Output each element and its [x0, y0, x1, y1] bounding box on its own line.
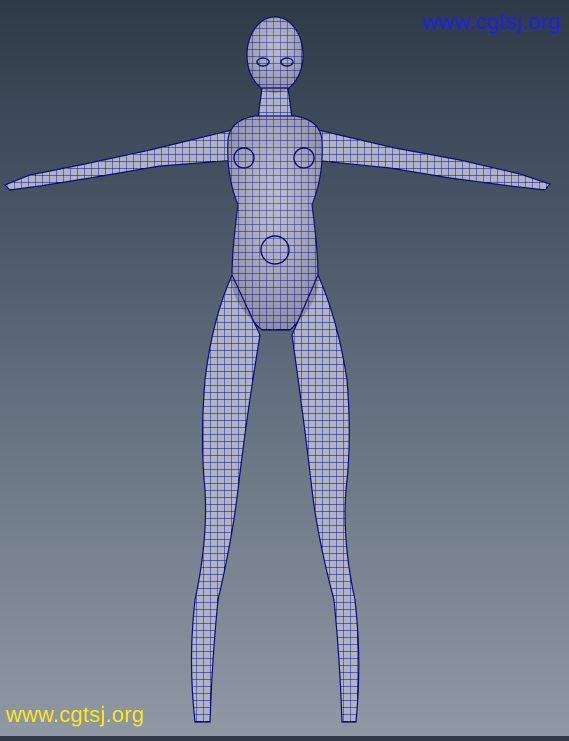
mesh-left-leg [190, 273, 261, 723]
mesh-shading [227, 17, 323, 330]
mesh-right-leg [291, 273, 360, 723]
watermark-top: www.cgtsj.org [422, 9, 561, 34]
wireframe-figure-model[interactable] [0, 0, 569, 736]
3d-viewport[interactable] [0, 0, 569, 736]
watermark-bottom: www.cgtsj.org [6, 702, 145, 727]
mesh-left-arm [3, 129, 239, 191]
mesh-right-arm [311, 129, 552, 191]
